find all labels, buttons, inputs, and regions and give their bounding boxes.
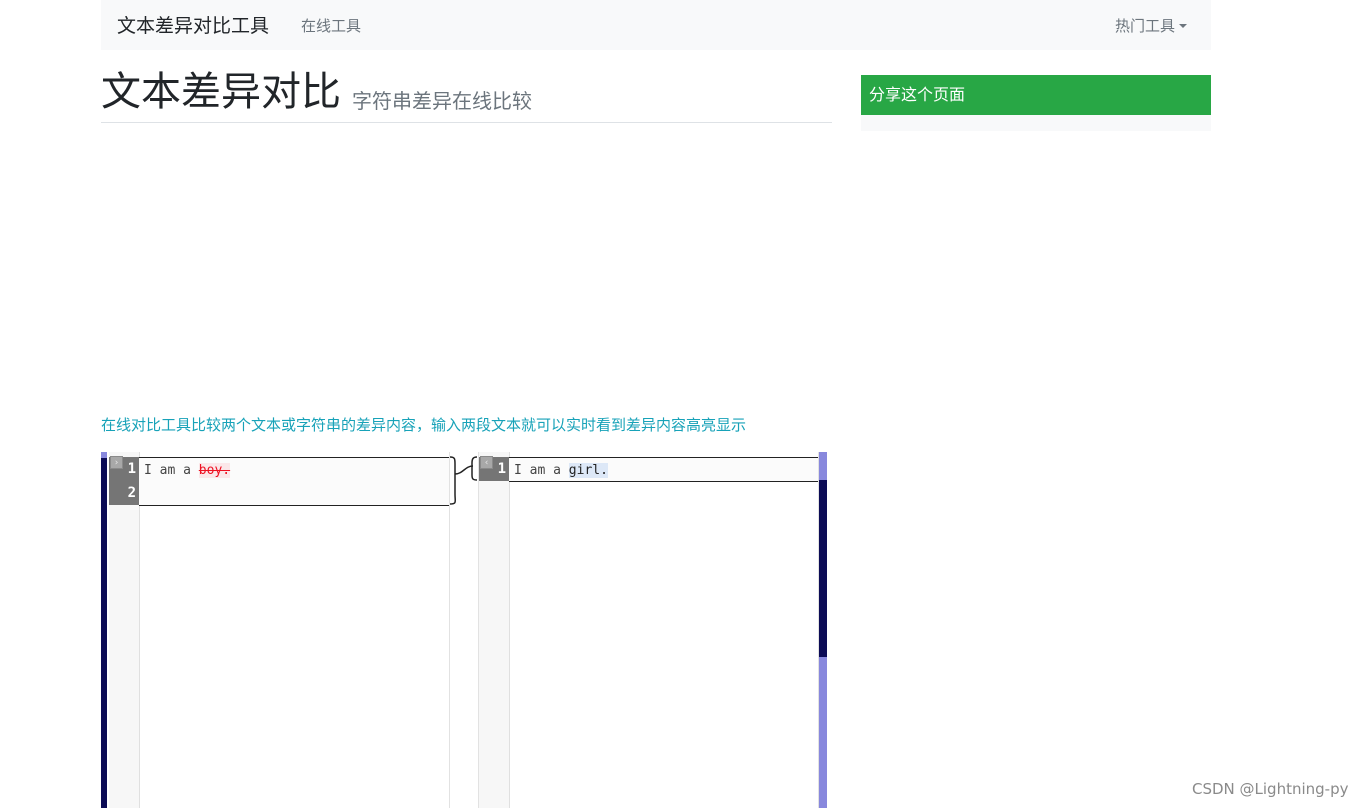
left-scrollbar[interactable] [101, 452, 107, 808]
diff-connector [449, 456, 478, 505]
left-gutter [109, 452, 140, 808]
right-scrollbar[interactable] [819, 452, 827, 808]
watermark: CSDN @Lightning-py [1192, 780, 1349, 798]
nav-link-online-tools[interactable]: 在线工具 [301, 15, 361, 36]
left-editor-pane[interactable]: 1 2 › I am a boy. [109, 452, 450, 808]
right-editor-pane[interactable]: 1 ‹ I am a girl. [478, 452, 819, 808]
navbar: 文本差异对比工具 在线工具 热门工具 [101, 0, 1211, 50]
tool-description: 在线对比工具比较两个文本或字符串的差异内容，输入两段文本就可以实时看到差异内容高… [101, 416, 747, 434]
right-text-prefix: I am a [514, 463, 569, 478]
page-header: 文本差异对比 字符串差异在线比较 [101, 64, 832, 123]
navbar-brand[interactable]: 文本差异对比工具 [117, 11, 269, 38]
revert-arrow-icon[interactable]: › [110, 456, 123, 469]
share-panel: 分享这个页面 [861, 75, 1211, 131]
left-line-number: 2 [109, 481, 139, 505]
left-text-prefix: I am a [144, 463, 199, 478]
added-text: girl. [568, 463, 608, 478]
diff-editor: 1 2 › I am a boy. 1 ‹ I am a girl. [101, 452, 827, 808]
right-gutter [479, 452, 510, 808]
hot-tools-dropdown[interactable]: 热门工具 [1115, 15, 1187, 36]
left-code-line[interactable]: I am a boy. [144, 463, 231, 478]
caret-down-icon [1179, 24, 1187, 28]
right-code-line[interactable]: I am a girl. [514, 463, 608, 478]
removed-text: boy. [198, 463, 231, 478]
page-subtitle: 字符串差异在线比较 [352, 89, 532, 113]
hot-tools-dropdown-label: 热门工具 [1114, 17, 1175, 35]
page-title: 文本差异对比 [101, 69, 341, 115]
share-panel-title: 分享这个页面 [861, 75, 1211, 115]
revert-arrow-icon[interactable]: ‹ [480, 456, 493, 469]
